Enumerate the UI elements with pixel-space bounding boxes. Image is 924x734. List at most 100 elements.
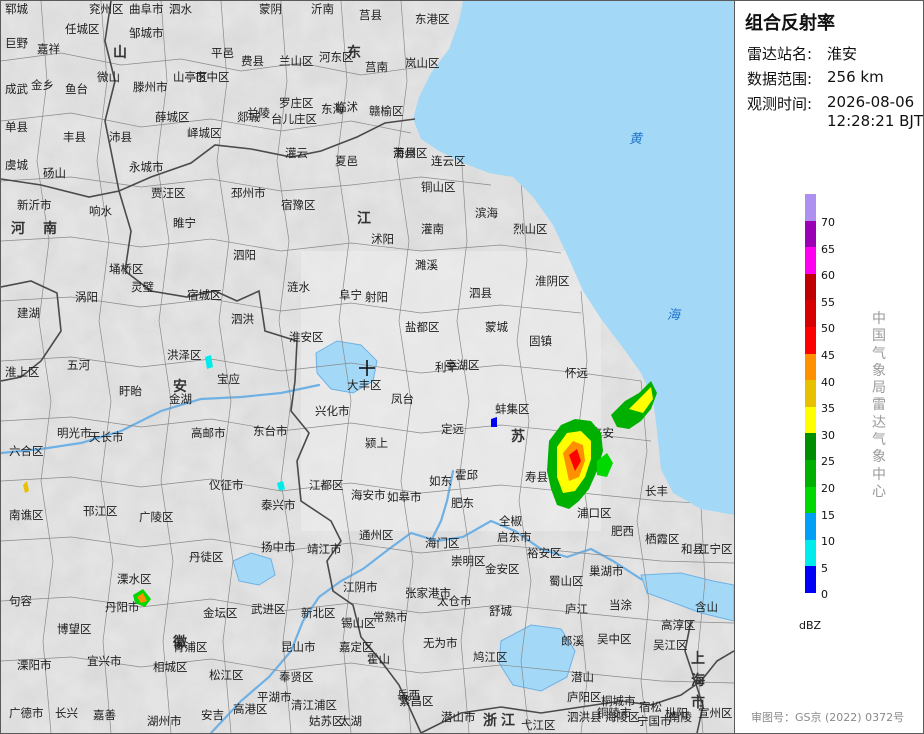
place-label: 江阴市 [343,580,378,594]
place-label: 淮阴区 [535,274,570,288]
place-label: 浦口区 [577,506,612,520]
place-label: 相城区 [153,660,188,674]
place-label: 博望区 [57,622,92,636]
info-panel: 组合反射率 雷达站名: 淮安 数据范围: 256 km 观测时间: 2026-0… [734,1,924,733]
place-label: 扬中市 [261,540,296,554]
place-label: 濉溪 [415,258,438,272]
place-label: 长兴 [55,706,78,720]
place-label: 涟水 [287,280,310,294]
place-label: 兴化市 [315,404,350,418]
place-label: 庐阳区 [567,690,602,704]
place-label: 金乡 [31,78,54,92]
legend-swatch [805,380,816,407]
place-label: 高邮市 [191,426,226,440]
radar-map[interactable]: 山 东 江 苏 河 南 安 徽 浙 江 上 海 市 黄 海 郓城 兖州区 曲阜市 泗水… [1,1,734,733]
place-label: 南谯区 [9,508,44,522]
place-label: 嘉善 [93,708,116,722]
place-label: 鸠江区 [473,650,508,664]
place-label: 建湖 [17,306,40,320]
place-label: 东港区 [415,12,450,26]
place-label: 淮上区 [5,365,40,379]
legend-tick-label: 40 [821,375,835,389]
time-label: 观测时间: [747,95,813,113]
legend-swatch [805,513,816,540]
place-label: 宁国市 [637,714,672,728]
place-label: 砀山 [43,166,66,180]
time-clock: 12:28:21 BJT [827,112,924,130]
place-label: 丰县 [63,130,86,144]
province-label: 江 [357,210,371,227]
place-label: 弋江区 [521,718,556,732]
province-label: 苏 [511,428,525,445]
place-label: 蒙阴 [259,2,282,16]
range-value: 256 km [827,68,884,86]
legend-swatch [805,247,816,274]
legend-swatch [805,459,816,487]
place-label: 兖州区 [89,2,124,16]
place-label: 平邑 [211,46,234,60]
place-label: 海安市 [351,488,386,502]
legend-tick-label: 15 [821,508,835,522]
place-label: 定远 [441,422,464,436]
place-label: 潜山市 [441,710,476,724]
place-label: 蜀山区 [549,574,584,588]
station-label: 雷达站名: [747,45,813,63]
province-label: 江 [501,712,515,729]
place-label: 泰兴市 [261,498,296,512]
place-label: 宿松 [639,700,662,714]
legend-tick-label: 30 [821,428,835,442]
place-label: 沂南 [311,2,334,16]
legend-tick-label: 55 [821,295,835,309]
place-label: 启东市 [497,530,532,544]
place-label: 虞城 [5,158,28,172]
place-label: 新北区 [301,606,336,620]
place-label: 峄城区 [187,126,222,140]
legend-tick-label: 10 [821,535,835,549]
place-label: 句容 [9,594,32,608]
place-label: 宣州区 [698,706,733,720]
station-row: 雷达站名: 淮安 [747,43,857,64]
place-label: 灵璧 [131,280,154,294]
place-label: 湖州市 [147,714,182,728]
place-label: 丹阳市 [105,600,140,614]
place-label: 邗江区 [83,504,118,518]
place-label: 阜宁 [339,288,362,302]
place-label: 嘉祥 [37,42,60,56]
place-label: 新沂市 [17,198,52,212]
place-label: 含山 [695,600,718,614]
place-label: 东台市 [253,424,288,438]
place-label: 安吉 [201,708,224,722]
place-label: 舒城 [489,604,512,618]
place-label: 蚌集区 [495,402,530,416]
legend-tick-label: 45 [821,349,835,362]
time-date: 2026-08-06 [827,93,915,111]
legend-tick-label: 20 [821,482,835,495]
place-label: 太仓市 [437,594,472,608]
place-label: 吴江区 [653,638,688,652]
place-label: 宜兴市 [87,654,122,668]
place-label: 霍邱 [455,468,478,482]
radar-viewer: 山 东 江 苏 河 南 安 徽 浙 江 上 海 市 黄 海 郓城 兖州区 曲阜市 泗水… [0,0,924,734]
place-label: 曲阜市 [129,2,164,16]
place-label: 费县 [241,54,264,68]
place-label: 广德市 [9,706,44,720]
place-label: 河东区 [319,50,354,64]
place-label: 明光市 [57,426,92,440]
place-label: 五河 [67,358,90,372]
place-label: 洪泽区 [167,348,202,362]
place-label: 盐都区 [405,320,440,334]
legend-tick-label: 50 [821,322,835,336]
legend-swatch [805,326,816,354]
place-label: 响水 [89,204,112,218]
place-label: 台儿庄区 [271,112,317,126]
place-label: 霍山 [367,652,390,666]
place-label: 薛城区 [155,110,190,124]
place-label: 金坛区 [203,606,238,620]
legend-tick-label: 25 [821,455,835,469]
place-label: 睢宁 [173,216,196,230]
legend-swatch [805,300,816,327]
place-label: 莒南 [365,60,388,74]
place-label: 市中区 [195,70,230,84]
place-label: 盱眙 [119,384,142,398]
province-label: 南 [43,220,57,237]
